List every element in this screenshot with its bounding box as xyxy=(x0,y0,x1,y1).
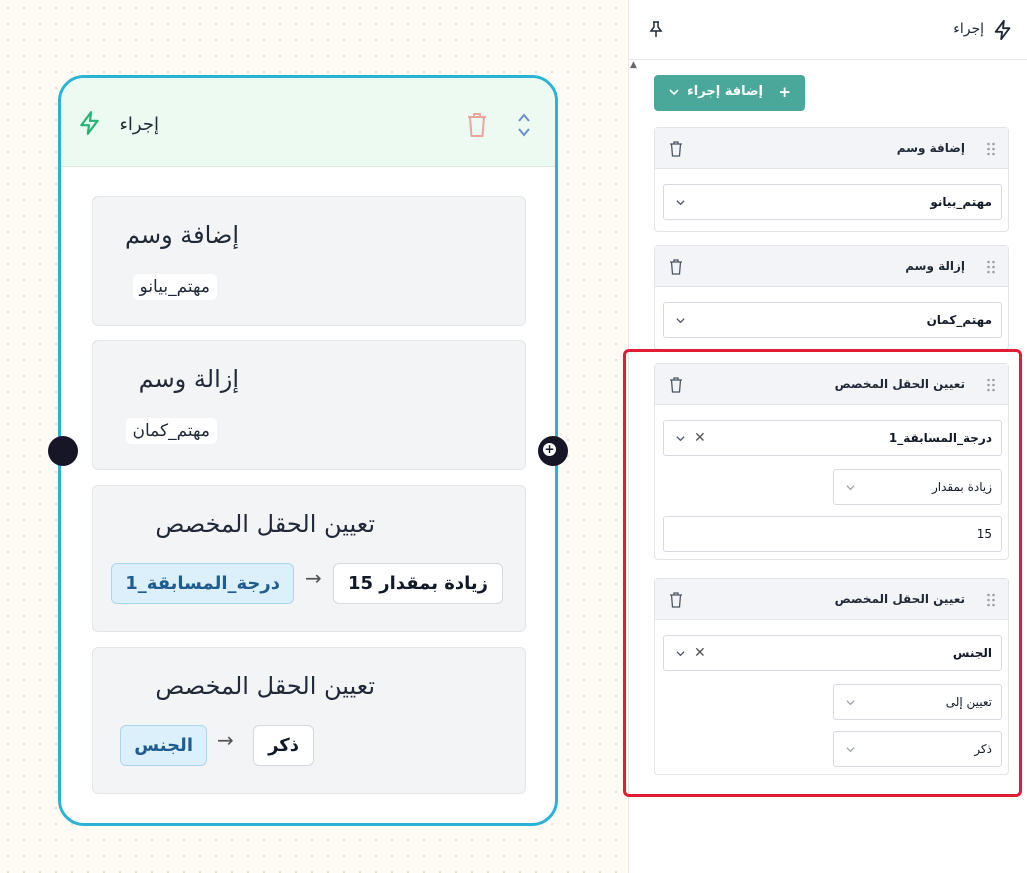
chevron-down-icon[interactable] xyxy=(675,197,686,208)
action-settings-panel: إجراء ▲ + إضافة إجراء إضافة وسم مهتم_بيا… xyxy=(628,0,1027,873)
trash-icon[interactable] xyxy=(669,258,683,275)
panel-title: إجراء xyxy=(953,21,984,37)
card-header: تعيين الحقل المخصص xyxy=(655,579,1008,620)
card-header: تعيين الحقل المخصص xyxy=(655,364,1008,405)
value-chip: زيادة بمقدار 15 xyxy=(332,563,503,604)
amount-input[interactable]: 15 xyxy=(663,516,1002,552)
drag-handle-icon[interactable] xyxy=(986,259,996,275)
field-chip: الجنس xyxy=(120,725,207,766)
trash-icon[interactable] xyxy=(669,140,683,157)
remove-tag-section[interactable]: إزالة وسم مهتم_كمان xyxy=(92,340,526,470)
chevron-down-icon[interactable] xyxy=(675,648,686,659)
plus-icon: + xyxy=(778,83,791,101)
lightning-icon xyxy=(80,111,99,135)
set-custom-field-card-1: تعيين الحقل المخصص درجة_المسابقة_1 ✕ زيا… xyxy=(654,363,1009,560)
operation-select[interactable]: زيادة بمقدار xyxy=(833,469,1002,505)
trash-icon[interactable] xyxy=(669,591,683,608)
action-node-title: إجراء xyxy=(119,114,159,135)
panel-header: إجراء xyxy=(629,0,1027,60)
tag-select[interactable]: مهتم_بيانو xyxy=(663,184,1002,220)
clear-icon[interactable]: ✕ xyxy=(694,645,706,661)
trash-icon[interactable] xyxy=(465,111,489,139)
tag-chip: مهتم_بيانو xyxy=(132,274,217,300)
chevron-down-icon[interactable] xyxy=(675,315,686,326)
drag-handle-icon[interactable] xyxy=(986,141,996,157)
custom-field-value: الجنس xyxy=(952,646,992,660)
section-title: تعيين الحقل المخصص xyxy=(155,510,375,538)
drag-handle-icon[interactable] xyxy=(986,377,996,393)
add-action-label: إضافة إجراء xyxy=(687,84,763,99)
amount-value: 15 xyxy=(976,527,992,541)
card-title: تعيين الحقل المخصص xyxy=(834,377,965,391)
chevron-down-icon[interactable] xyxy=(845,482,856,493)
chevron-down-icon[interactable] xyxy=(675,433,686,444)
chevron-down-icon[interactable] xyxy=(668,86,680,98)
custom-field-select[interactable]: الجنس ✕ xyxy=(663,635,1002,671)
output-port[interactable]: + xyxy=(538,436,568,466)
trash-icon[interactable] xyxy=(669,376,683,393)
add-tag-section[interactable]: إضافة وسم مهتم_بيانو xyxy=(92,196,526,326)
card-title: إزالة وسم xyxy=(905,259,965,273)
pin-icon[interactable] xyxy=(648,20,664,38)
action-node-header: إجراء xyxy=(61,78,555,167)
custom-field-select[interactable]: درجة_المسابقة_1 ✕ xyxy=(663,420,1002,456)
set-custom-field-section-1[interactable]: تعيين الحقل المخصص زيادة بمقدار 15 → درج… xyxy=(92,485,526,632)
tag-select[interactable]: مهتم_كمان xyxy=(663,302,1002,338)
arrow-icon: → xyxy=(217,728,234,752)
add-tag-card: إضافة وسم مهتم_بيانو xyxy=(654,127,1009,232)
tag-select-value: مهتم_بيانو xyxy=(930,195,992,209)
card-header: إزالة وسم xyxy=(655,246,1008,287)
add-action-button[interactable]: + إضافة إجراء xyxy=(654,75,805,111)
drag-handle-icon[interactable] xyxy=(986,592,996,608)
section-title: إضافة وسم xyxy=(125,221,239,249)
card-title: إضافة وسم xyxy=(896,141,965,155)
input-port[interactable] xyxy=(48,436,78,466)
set-custom-field-card-2: تعيين الحقل المخصص الجنس ✕ تعيين إلى ذكر xyxy=(654,578,1009,775)
section-title: تعيين الحقل المخصص xyxy=(155,672,375,700)
operation-select[interactable]: تعيين إلى xyxy=(833,684,1002,720)
field-chip: درجة_المسابقة_1 xyxy=(111,563,294,604)
operation-value: زيادة بمقدار xyxy=(931,480,992,494)
tag-chip: مهتم_كمان xyxy=(125,418,217,444)
tag-select-value: مهتم_كمان xyxy=(926,313,992,327)
section-title: إزالة وسم xyxy=(138,365,239,393)
custom-field-value: درجة_المسابقة_1 xyxy=(888,431,992,445)
expand-collapse-icon[interactable] xyxy=(516,111,532,139)
remove-tag-card: إزالة وسم مهتم_كمان xyxy=(654,245,1009,350)
chevron-down-icon[interactable] xyxy=(845,744,856,755)
arrow-icon: → xyxy=(305,566,322,590)
set-custom-field-section-2[interactable]: تعيين الحقل المخصص ذكر → الجنس xyxy=(92,647,526,794)
value-select-value: ذكر xyxy=(974,742,992,756)
flow-canvas[interactable]: إجراء إضافة وسم مهتم_بيانو إزالة وسم مهت… xyxy=(0,0,628,873)
scroll-up-icon[interactable]: ▲ xyxy=(629,60,637,70)
operation-value: تعيين إلى xyxy=(945,695,992,709)
plus-icon: + xyxy=(543,442,556,456)
card-header: إضافة وسم xyxy=(655,128,1008,169)
chevron-down-icon[interactable] xyxy=(845,697,856,708)
clear-icon[interactable]: ✕ xyxy=(694,430,706,446)
value-select[interactable]: ذكر xyxy=(833,731,1002,767)
action-node[interactable]: إجراء إضافة وسم مهتم_بيانو إزالة وسم مهت… xyxy=(58,75,558,826)
value-chip: ذكر xyxy=(253,725,314,766)
lightning-icon xyxy=(994,19,1011,41)
card-title: تعيين الحقل المخصص xyxy=(834,592,965,606)
